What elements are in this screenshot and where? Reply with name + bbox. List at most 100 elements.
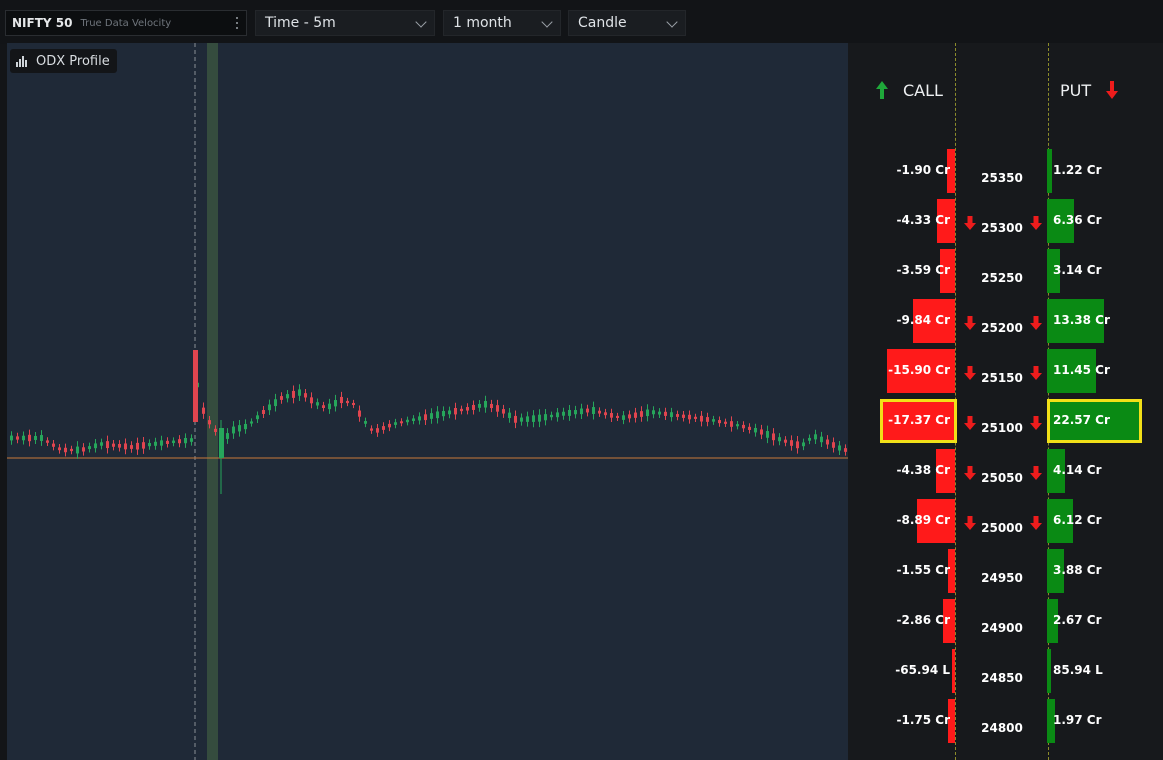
candle-body — [340, 396, 343, 404]
arrow-down-icon — [1030, 365, 1042, 380]
candle-body — [586, 408, 589, 413]
candle-body — [268, 404, 271, 411]
candle-body — [358, 410, 361, 417]
candle-body — [520, 417, 523, 422]
candle-body — [634, 412, 637, 418]
candle-body — [136, 442, 139, 450]
candle-body — [400, 421, 403, 424]
candle-body — [256, 415, 259, 420]
candle-body — [52, 443, 55, 447]
candle-body — [826, 439, 829, 445]
put-oi-value: 1.97 Cr — [1053, 713, 1102, 727]
arrow-down-icon — [1030, 465, 1042, 480]
arrow-down-icon — [1030, 415, 1042, 430]
strike-row[interactable]: -9.84 Cr 25200 13.38 Cr — [848, 299, 1163, 349]
strike-row[interactable]: -65.94 L 24850 85.94 L — [848, 649, 1163, 699]
candle-body — [814, 434, 817, 440]
strike-row[interactable]: -4.38 Cr 25050 4.14 Cr — [848, 449, 1163, 499]
strike-price: 24800 — [981, 721, 1023, 735]
strike-row[interactable]: -1.55 Cr 24950 3.88 Cr — [848, 549, 1163, 599]
candle-body — [724, 421, 727, 424]
candle-body — [646, 409, 649, 417]
strike-price: 25150 — [981, 371, 1023, 385]
strike-row[interactable]: -4.33 Cr 25300 6.36 Cr — [848, 199, 1163, 249]
candle-body — [496, 405, 499, 412]
candle-body — [766, 431, 769, 438]
put-header-label: PUT — [1060, 80, 1092, 100]
candle-body — [244, 423, 247, 430]
call-header-label: CALL — [903, 80, 943, 100]
strike-price: 25250 — [981, 271, 1023, 285]
odx-profile-button[interactable]: ODX Profile — [10, 49, 117, 73]
candle-body — [772, 433, 775, 441]
candle-body — [640, 411, 643, 417]
candle-body — [838, 445, 841, 451]
arrow-down-icon — [964, 215, 976, 230]
strike-price: 24950 — [981, 571, 1023, 585]
candle-body — [76, 446, 79, 454]
bar-chart-icon — [16, 55, 29, 67]
put-oi-value: 4.14 Cr — [1053, 463, 1102, 477]
candle-body — [706, 417, 709, 422]
candle-body — [219, 428, 224, 458]
strike-row[interactable]: -8.89 Cr 25000 6.12 Cr — [848, 499, 1163, 549]
candle-body — [628, 414, 631, 419]
call-header: CALL — [875, 78, 943, 102]
candle-body — [418, 416, 421, 421]
candle-body — [736, 424, 739, 427]
strike-row[interactable]: -2.86 Cr 24900 2.67 Cr — [848, 599, 1163, 649]
candle-body — [346, 400, 349, 404]
candle-body — [574, 410, 577, 415]
candle-body — [472, 404, 475, 410]
candle-body — [274, 399, 277, 407]
candle-body — [316, 402, 319, 406]
put-oi-value: 22.57 Cr — [1053, 413, 1110, 427]
candle-body — [394, 422, 397, 425]
candle-body — [748, 426, 751, 430]
candle-body — [406, 419, 409, 423]
candle-body — [166, 440, 169, 444]
candle-body — [118, 443, 121, 448]
candle-body — [718, 420, 721, 424]
candle-body — [598, 410, 601, 414]
candle-body — [820, 436, 823, 443]
arrow-down-icon — [964, 415, 976, 430]
candle-body — [328, 403, 331, 410]
candle-body — [148, 443, 151, 447]
strike-price: 25100 — [981, 421, 1023, 435]
candle-body — [58, 447, 61, 451]
strike-row[interactable]: -17.37 Cr 25100 22.57 Cr — [848, 399, 1163, 449]
candle-body — [754, 427, 757, 433]
candle-body — [490, 403, 493, 409]
call-oi-value: -65.94 L — [895, 663, 950, 677]
put-oi-value: 6.12 Cr — [1053, 513, 1102, 527]
candle-body — [112, 443, 115, 447]
candle-body — [190, 438, 193, 442]
candle-body — [154, 441, 157, 446]
put-oi-value: 13.38 Cr — [1053, 313, 1110, 327]
candle-body — [388, 423, 391, 428]
strike-row[interactable]: -15.90 Cr 25150 11.45 Cr — [848, 349, 1163, 399]
candle-body — [370, 428, 373, 431]
arrow-down-icon — [1030, 315, 1042, 330]
candle-body — [334, 400, 337, 407]
session-band — [207, 43, 218, 760]
candle-body — [232, 426, 235, 434]
strike-row[interactable]: -1.75 Cr 24800 1.97 Cr — [848, 699, 1163, 749]
candle-body — [322, 405, 325, 409]
candle-body — [94, 443, 97, 449]
candle-body — [652, 410, 655, 415]
candle-body — [682, 414, 685, 418]
arrow-down-icon — [964, 515, 976, 530]
strike-row[interactable]: -1.90 Cr 25350 1.22 Cr — [848, 149, 1163, 199]
candle-body — [802, 442, 805, 447]
put-oi-value: 3.14 Cr — [1053, 263, 1102, 277]
call-oi-value: -4.33 Cr — [896, 213, 951, 227]
candle-body — [544, 414, 547, 421]
candle-body — [832, 442, 835, 448]
strike-row[interactable]: -3.59 Cr 25250 3.14 Cr — [848, 249, 1163, 299]
candle-body — [304, 393, 307, 398]
candle-body — [568, 409, 571, 416]
candle-body — [430, 413, 433, 419]
candle-body — [670, 412, 673, 418]
